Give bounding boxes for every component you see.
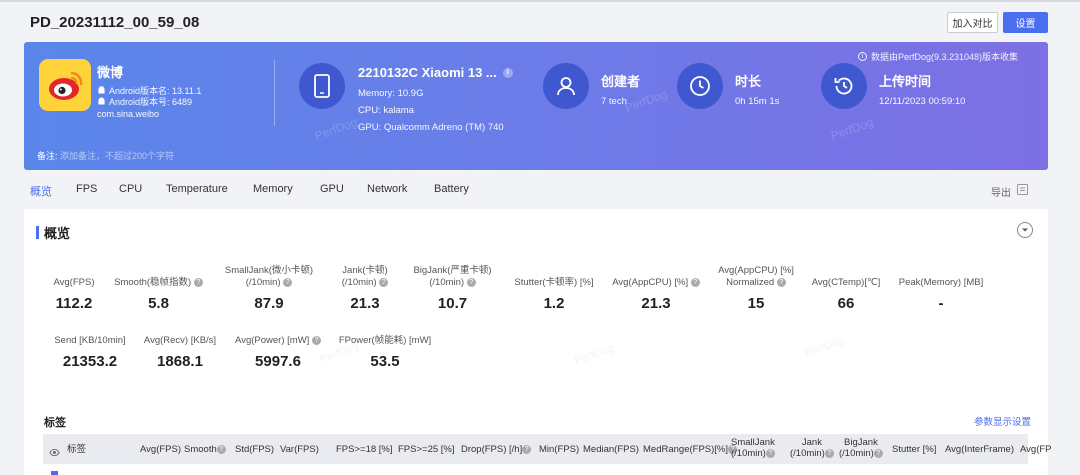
help-icon[interactable]: ? xyxy=(824,448,834,458)
metric-avg-power: Avg(Power) [mW] ? 5997.6 xyxy=(226,335,330,370)
eye-icon[interactable] xyxy=(49,444,60,462)
creator-title: 创建者 xyxy=(601,74,641,89)
metric-avg-app-cpu: Avg(AppCPU) [%] ? 21.3 xyxy=(602,265,710,312)
overview-title: 概览 xyxy=(36,223,70,242)
watermark: PerfDog xyxy=(828,114,876,144)
export-button[interactable]: 导出 xyxy=(991,183,1029,199)
user-icon xyxy=(543,63,589,109)
note-input[interactable]: 添加备注，不超过200个字符 xyxy=(60,151,174,161)
add-compare-button[interactable]: 加入对比 xyxy=(947,12,998,33)
col-big-jank[interactable]: BigJank (/10min)? xyxy=(839,437,883,459)
device-gpu: GPU: Qualcomm Adreno (TM) 740 xyxy=(358,122,504,133)
metric-avg-ctemp: Avg(CTemp)[℃] 66 xyxy=(811,277,881,312)
col-jank[interactable]: Jank (/10min)? xyxy=(790,437,834,459)
col-median-fps[interactable]: Median(FPS) xyxy=(583,444,639,455)
creator-value: 7 tech xyxy=(601,96,627,107)
android-version-code: Android版本号: 6489 xyxy=(97,95,192,108)
metric-smooth: Smooth(稳帧指数) ? 5.8 xyxy=(106,265,211,312)
col-drop-fps[interactable]: Drop(FPS) [/h]? xyxy=(461,444,532,455)
clock-icon xyxy=(677,63,723,109)
col-min-fps[interactable]: Min(FPS) xyxy=(539,444,579,455)
metric-small-jank: SmallJank(微小卡顿) (/10min) ? 87.9 xyxy=(224,265,314,312)
help-icon[interactable]: ? xyxy=(522,444,532,454)
upload-value: 12/11/2023 00:59:10 xyxy=(879,96,966,107)
export-icon xyxy=(1016,183,1029,199)
app-name: 微博 xyxy=(97,65,124,80)
help-icon[interactable]: ? xyxy=(379,277,389,287)
help-icon[interactable]: ? xyxy=(765,448,775,458)
param-display-settings-link[interactable]: 参数显示设置 xyxy=(974,414,1031,428)
metric-jank: Jank(卡顿) (/10min) ? 21.3 xyxy=(341,265,389,312)
tab-gpu[interactable]: GPU xyxy=(320,183,367,199)
package-name: com.sina.weibo xyxy=(97,109,160,119)
divider xyxy=(274,60,275,126)
device-memory: Memory: 10.9G xyxy=(358,88,424,99)
collect-note-text: 数据由PerfDog(9.3.231048)版本收集 xyxy=(871,52,1019,62)
title-accent xyxy=(36,226,39,239)
help-icon[interactable]: ? xyxy=(776,277,786,287)
top-border xyxy=(0,0,1080,2)
col-std-fps[interactable]: Std(FPS) xyxy=(235,444,274,455)
collapse-chevron-icon[interactable] xyxy=(1017,222,1033,238)
watermark: PerfDog xyxy=(312,114,360,144)
row-marker xyxy=(51,471,58,475)
metric-fpower: FPower(帧能耗) [mW] 53.5 xyxy=(338,335,432,370)
overview-panel: PerfDog PerfDog PerfDog 概览 Avg(FPS) 112.… xyxy=(24,209,1052,475)
help-icon[interactable]: ? xyxy=(283,277,293,287)
help-icon[interactable]: ? xyxy=(193,277,203,287)
col-fps-25[interactable]: FPS>=25 [%] xyxy=(398,444,455,455)
upload-title: 上传时间 xyxy=(879,74,932,89)
info-icon[interactable]: i xyxy=(502,67,513,78)
col-fps-18[interactable]: FPS>=18 [%] xyxy=(336,444,393,455)
summary-banner: PerfDog PerfDog PerfDog i 数据由PerfDog(9.3… xyxy=(24,42,1048,170)
tab-bar: 概览 FPS CPU Temperature Memory GPU Networ… xyxy=(30,183,484,199)
note-label: 备注: xyxy=(37,151,58,161)
watermark: PerfDog xyxy=(803,334,846,360)
tags-title: 标签 xyxy=(44,417,66,429)
col-tag: 标签 xyxy=(67,444,87,455)
metric-big-jank: BigJank(严重卡顿) (/10min) ? 10.7 xyxy=(413,265,492,312)
metric-stutter: Stutter(卡顿率) [%] 1.2 xyxy=(514,277,594,312)
watermark: PerfDog xyxy=(622,86,670,116)
col-avg-fps[interactable]: Avg(FPS) xyxy=(140,444,181,455)
metric-avg-app-cpu-normalized: Avg(AppCPU) [%] Normalized ? 15 xyxy=(718,265,794,312)
col-smooth[interactable]: Smooth? xyxy=(184,444,226,455)
metric-send: Send [KB/10min] 21353.2 xyxy=(54,335,126,370)
tab-battery[interactable]: Battery xyxy=(434,183,484,199)
info-icon: i xyxy=(858,52,867,61)
help-icon[interactable]: ? xyxy=(216,444,226,454)
device-name: 2210132C Xiaomi 13 ... i xyxy=(358,65,513,80)
metric-avg-recv: Avg(Recv) [KB/s] 1868.1 xyxy=(143,335,217,370)
android-icon xyxy=(97,96,106,107)
help-icon[interactable]: ? xyxy=(311,335,321,345)
col-medrange-fps[interactable]: MedRange(FPS)[%]? xyxy=(643,444,738,455)
col-stutter[interactable]: Stutter [%] xyxy=(892,444,936,455)
note-row[interactable]: 备注: 添加备注，不超过200个字符 xyxy=(37,149,174,162)
tab-temperature[interactable]: Temperature xyxy=(166,183,253,199)
duration-title: 时长 xyxy=(735,74,762,89)
tab-cpu[interactable]: CPU xyxy=(119,183,166,199)
weibo-app-icon xyxy=(39,59,91,111)
page-title: PD_20231112_00_59_08 xyxy=(30,14,200,31)
settings-button[interactable]: 设置 xyxy=(1003,12,1048,33)
device-cpu: CPU: kalama xyxy=(358,105,414,116)
tab-memory[interactable]: Memory xyxy=(253,183,320,199)
tab-fps[interactable]: FPS xyxy=(76,183,119,199)
collect-note: i 数据由PerfDog(9.3.231048)版本收集 xyxy=(858,50,1018,63)
col-small-jank[interactable]: SmallJank (/10min)? xyxy=(731,437,775,459)
history-icon xyxy=(821,63,867,109)
col-avg-interframe[interactable]: Avg(InterFrame) xyxy=(945,444,1014,455)
phone-icon xyxy=(299,63,345,109)
col-var-fps[interactable]: Var(FPS) xyxy=(280,444,319,455)
tab-network[interactable]: Network xyxy=(367,183,434,199)
help-icon[interactable]: ? xyxy=(466,277,476,287)
watermark: PerfDog xyxy=(573,342,616,368)
help-icon[interactable]: ? xyxy=(873,448,883,458)
tags-table-header: 标签 Avg(FPS) Smooth? Std(FPS) Var(FPS) FP… xyxy=(43,434,1052,464)
metric-peak-memory: Peak(Memory) [MB] - xyxy=(898,277,984,312)
col-avg-fpower[interactable]: Avg(FP xyxy=(1020,444,1052,455)
duration-value: 0h 15m 1s xyxy=(735,96,780,107)
help-icon[interactable]: ? xyxy=(690,277,700,287)
tab-overview[interactable]: 概览 xyxy=(30,183,76,199)
